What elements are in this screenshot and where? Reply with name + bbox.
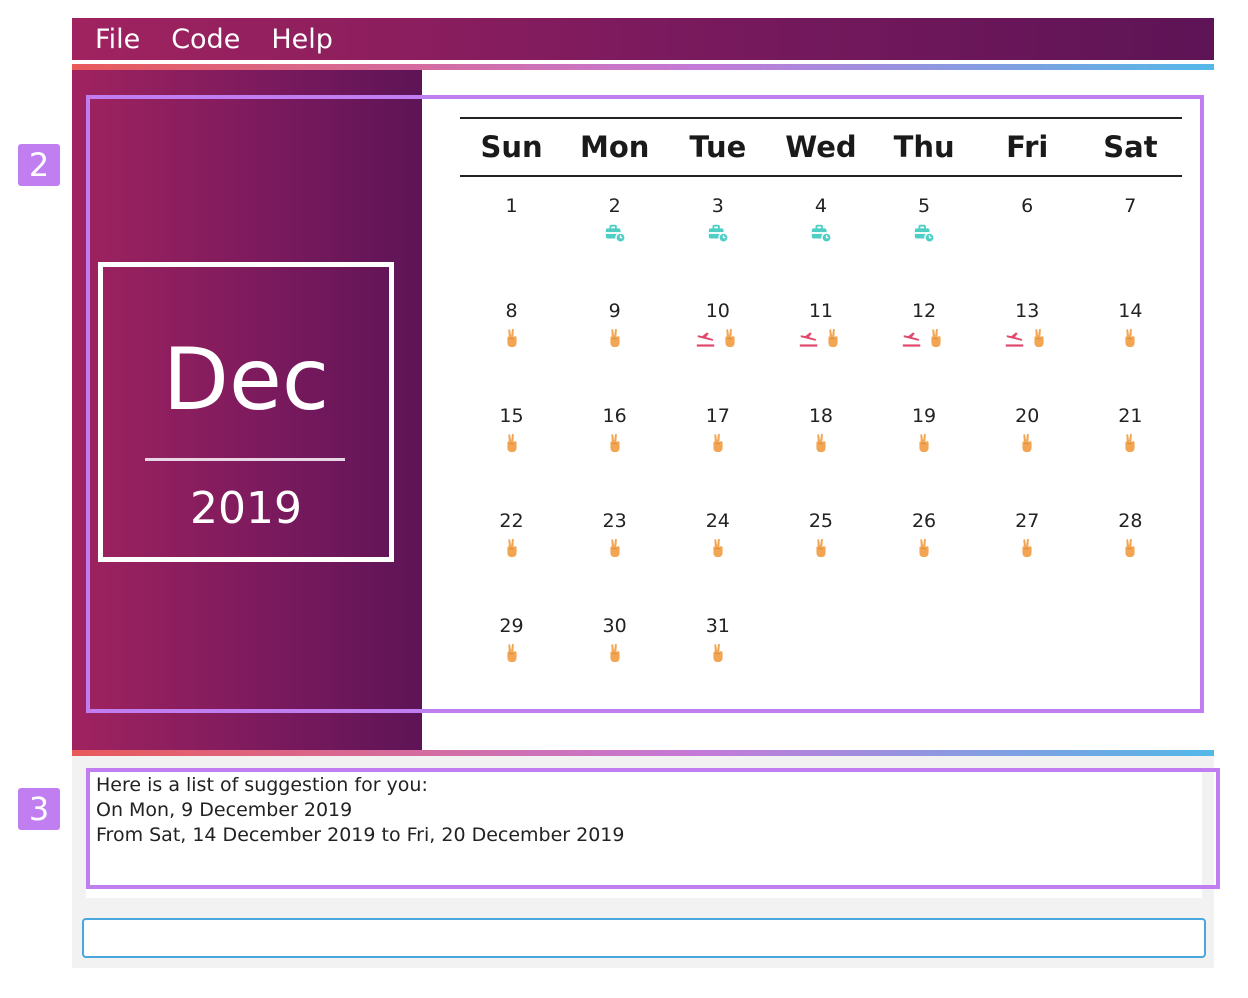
menu-help[interactable]: Help (271, 24, 333, 55)
menu-file[interactable]: File (95, 24, 140, 55)
result-highlight-box (86, 768, 1220, 889)
menu-code[interactable]: Code (171, 24, 240, 55)
calendar-highlight-box (86, 95, 1204, 713)
command-input[interactable] (82, 918, 1206, 958)
calendar-badge: 2 (18, 144, 60, 186)
result-badge: 3 (18, 788, 60, 830)
menu-bar: File Code Help (72, 18, 1214, 60)
